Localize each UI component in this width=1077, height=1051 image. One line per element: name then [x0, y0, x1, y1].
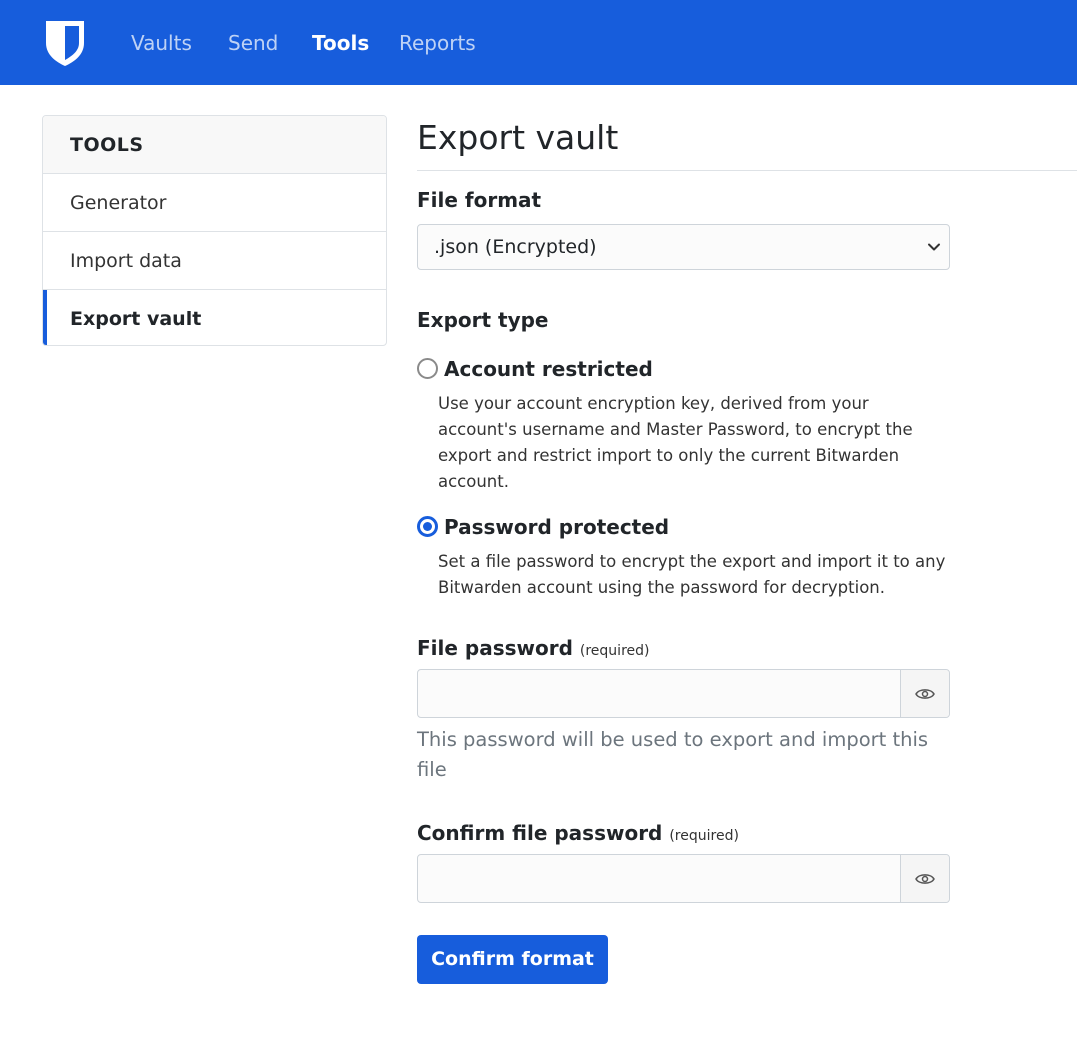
- radio-label-password-protected[interactable]: Password protected: [444, 514, 669, 540]
- confirm-password-group: [417, 854, 950, 903]
- sidebar-item-export-vault[interactable]: Export vault: [43, 290, 386, 345]
- file-format-selected-value: .json (Encrypted): [434, 236, 597, 258]
- confirm-password-input[interactable]: [418, 855, 901, 902]
- required-marker: (required): [669, 828, 739, 844]
- radio-label-account-restricted[interactable]: Account restricted: [444, 356, 653, 382]
- sidebar-header: TOOLS: [43, 116, 386, 174]
- confirm-format-button[interactable]: Confirm format: [417, 935, 608, 984]
- eye-icon: [915, 688, 935, 699]
- sidebar-item-import-data[interactable]: Import data: [43, 232, 386, 290]
- toggle-password-visibility-button[interactable]: [900, 670, 949, 717]
- toggle-confirm-visibility-button[interactable]: [900, 855, 949, 902]
- nav-link-reports[interactable]: Reports: [399, 30, 476, 56]
- nav-link-tools[interactable]: Tools: [312, 30, 369, 56]
- account-restricted-help: Use your account encryption key, derived…: [438, 394, 913, 491]
- file-password-hint: This password will be used to export and…: [417, 728, 929, 781]
- password-protected-help: Set a file password to encrypt the expor…: [438, 552, 946, 597]
- sidebar-item-generator[interactable]: Generator: [43, 174, 386, 232]
- export-type-label: Export type: [417, 308, 549, 332]
- chevron-down-icon: [928, 243, 940, 251]
- nav-link-send[interactable]: Send: [228, 30, 278, 56]
- title-divider: [417, 170, 1077, 171]
- eye-icon: [915, 873, 935, 884]
- bitwarden-shield-icon[interactable]: [44, 19, 86, 67]
- nav-link-vaults[interactable]: Vaults: [131, 30, 192, 56]
- tools-sidebar: TOOLS Generator Import data Export vault: [42, 115, 387, 346]
- top-navbar: Vaults Send Tools Reports: [0, 0, 1077, 85]
- radio-button-checked[interactable]: [417, 516, 438, 537]
- file-password-label: File password (required): [417, 635, 649, 664]
- page-title: Export vault: [417, 118, 619, 157]
- required-marker: (required): [579, 643, 650, 659]
- file-password-group: [417, 669, 950, 718]
- confirm-password-label: Confirm file password (required): [417, 820, 739, 849]
- file-format-select[interactable]: .json (Encrypted): [417, 224, 950, 270]
- confirm-password-label-text: Confirm file password: [417, 821, 663, 845]
- file-format-label: File format: [417, 188, 542, 212]
- file-password-label-text: File password: [417, 636, 573, 660]
- file-password-input[interactable]: [418, 670, 901, 717]
- radio-button-unchecked[interactable]: [417, 358, 438, 379]
